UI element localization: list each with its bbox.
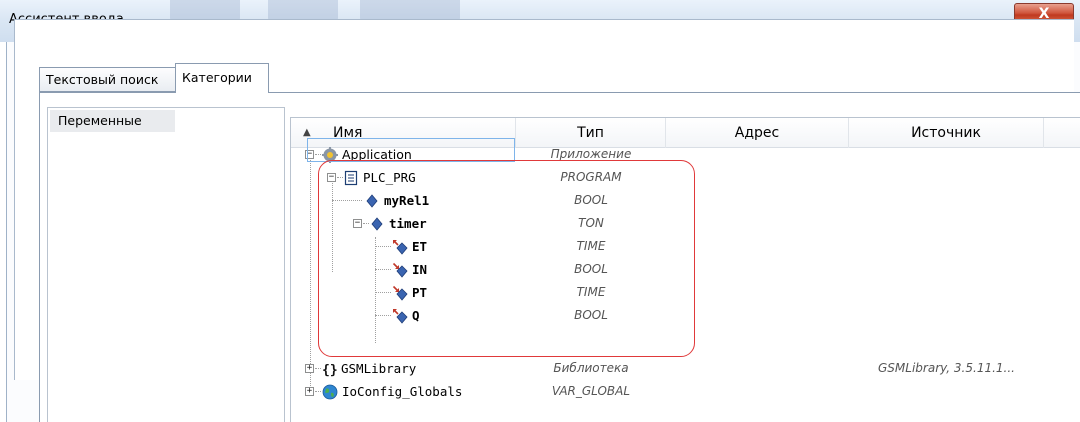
braces-icon: {} — [322, 363, 337, 377]
category-item-variables[interactable]: Переменные — [50, 110, 175, 132]
tree-source: GSMLibrary, 3.5.11.1... — [878, 361, 1015, 375]
tab-text-search[interactable]: Текстовый поиск — [39, 67, 175, 92]
tree-label: IoConfig_Globals — [342, 384, 463, 399]
tree-row-gsmlibrary[interactable]: + {} GSMLibrary Библиотека GSMLibrary, 3… — [291, 357, 1080, 380]
globe-icon — [322, 384, 338, 400]
tree-type: VAR_GLOBAL — [551, 384, 631, 398]
tree-row-ioconfig-globals[interactable]: + IoConfig_Globals VAR_GLOBAL — [291, 380, 1080, 403]
tree-label: GSMLibrary — [341, 361, 417, 376]
selection-outline — [307, 138, 515, 162]
category-list: Переменные — [47, 107, 285, 422]
tree-type: Библиотека — [553, 361, 629, 375]
tab-categories[interactable]: Категории — [175, 63, 269, 93]
svg-text:{}: {} — [322, 363, 337, 377]
highlight-annotation — [318, 160, 695, 357]
expand-toggle[interactable]: + — [305, 387, 314, 396]
expand-toggle[interactable]: + — [305, 364, 314, 373]
tree-line — [315, 391, 321, 392]
